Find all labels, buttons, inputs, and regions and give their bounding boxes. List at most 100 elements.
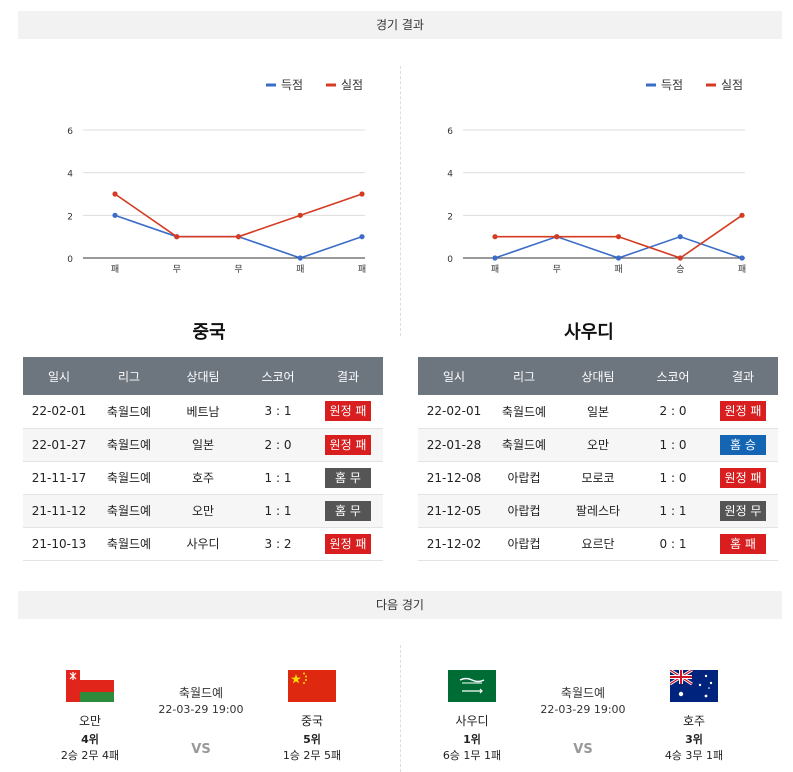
away-team-name: 중국 [300, 714, 324, 728]
data-point [297, 212, 303, 218]
data-point [615, 255, 622, 261]
vs-label: VS [191, 742, 211, 757]
header-opponent: 상대팀 [558, 357, 638, 395]
x-tick-label: 무 [234, 264, 242, 275]
legend-label: 득점 [661, 78, 683, 92]
cell-league: 아랍컵 [490, 461, 558, 495]
results-divider [400, 66, 401, 336]
y-tick-label: 6 [447, 127, 453, 137]
cell-opponent: 일본 [558, 395, 638, 429]
saudi-flag-icon [448, 670, 496, 702]
cell-result: 원정 패 [708, 395, 778, 429]
data-point [359, 234, 365, 240]
table-row: 21-12-02 아랍컵 요르단 0 : 1 홈 패 [418, 527, 778, 561]
data-point [492, 255, 498, 261]
table-row: 21-12-08 아랍컵 모로코 1 : 0 원정 패 [418, 461, 778, 495]
header-league: 리그 [95, 357, 163, 395]
result-badge: 원정 패 [720, 467, 766, 488]
cell-date: 22-02-01 [23, 395, 95, 429]
cell-date: 22-01-28 [418, 428, 490, 462]
china-results-chart-svg: 득점 실점 0 2 4 6 패 무 무 패 패 [67, 78, 366, 275]
next-match-league: 축월드예 [560, 686, 606, 700]
table-row: 21-10-13 축월드예 사우디 3 : 2 원정 패 [23, 527, 383, 561]
cell-score: 1 : 0 [638, 461, 708, 495]
cell-opponent: 오만 [163, 494, 243, 528]
next-match-league: 축월드예 [178, 686, 224, 700]
x-tick-label: 무 [173, 264, 181, 275]
table-row: 21-12-05 아랍컵 팔레스타 1 : 1 원정 무 [418, 494, 778, 528]
table-row: 22-01-28 축월드예 오만 1 : 0 홈 승 [418, 428, 778, 462]
cell-league: 축월드예 [95, 395, 163, 429]
header-date: 일시 [23, 357, 95, 395]
result-badge: 홈 패 [720, 533, 766, 554]
next-match-datetime: 22-03-29 19:00 [158, 703, 244, 716]
next-match-home-team[interactable]: 사우디 1위 6승 1무 1패 [427, 660, 517, 763]
y-tick-label: 0 [447, 255, 453, 265]
legend-label: 득점 [281, 78, 303, 92]
x-tick-label: 패 [358, 264, 366, 275]
x-tick-label: 패 [111, 264, 119, 275]
away-team-name: 호주 [682, 714, 706, 728]
next-match-datetime: 22-03-29 19:00 [540, 703, 626, 716]
cell-score: 2 : 0 [243, 428, 313, 462]
y-tick-label: 0 [67, 255, 73, 265]
cell-league: 축월드예 [95, 428, 163, 462]
oman-flag-icon [66, 670, 114, 702]
cell-result: 원정 무 [708, 494, 778, 528]
data-point [174, 234, 180, 240]
table-row: 22-02-01 축월드예 일본 2 : 0 원정 패 [418, 395, 778, 429]
cell-result: 홈 무 [313, 461, 383, 495]
x-tick-label: 패 [738, 264, 746, 275]
cell-league: 아랍컵 [490, 527, 558, 561]
x-tick-label: 승 [676, 264, 684, 275]
data-point [492, 234, 498, 240]
cell-score: 2 : 0 [638, 395, 708, 429]
data-point [359, 191, 365, 197]
cell-league: 축월드예 [490, 428, 558, 462]
result-badge: 원정 패 [720, 401, 766, 422]
cell-league: 축월드예 [95, 527, 163, 561]
australia-flag-icon [670, 670, 718, 702]
next-match-away-team[interactable]: 중국 5위 1승 2무 5패 [267, 660, 357, 763]
next-match-home-team[interactable]: 오만 4위 2승 2무 4패 [45, 660, 135, 763]
result-badge: 원정 패 [325, 533, 371, 554]
result-badge: 홈 승 [720, 434, 766, 455]
team-title-china: 중국 [192, 322, 226, 343]
cell-score: 3 : 1 [243, 395, 313, 429]
legend-label: 실점 [721, 78, 743, 92]
next-match-2: 사우디 1위 6승 1무 1패 축월드예 22-03-29 19:00 VS 호… [427, 660, 767, 770]
china-results-table: 일시 리그 상대팀 스코어 결과 22-02-01 축월드예 베트남 3 : 1 원정 … [23, 357, 383, 561]
home-team-rank: 4위 [81, 733, 99, 746]
home-team-record: 6승 1무 1패 [442, 749, 502, 762]
away-team-rank: 5위 [303, 733, 321, 746]
cell-league: 축월드예 [95, 461, 163, 495]
header-result: 결과 [708, 357, 778, 395]
cell-league: 아랍컵 [490, 494, 558, 528]
cell-opponent: 베트남 [163, 395, 243, 429]
table-row: 22-01-27 축월드예 일본 2 : 0 원정 패 [23, 428, 383, 462]
cell-date: 21-12-05 [418, 494, 490, 528]
header-score: 스코어 [638, 357, 708, 395]
cell-result: 원정 패 [313, 527, 383, 561]
data-point [112, 212, 118, 218]
home-team-record: 2승 2무 4패 [60, 749, 120, 762]
y-tick-label: 4 [67, 170, 73, 180]
data-point [297, 255, 303, 261]
cell-date: 21-11-12 [23, 494, 95, 528]
data-point [615, 234, 622, 240]
table-row: 21-11-17 축월드예 호주 1 : 1 홈 무 [23, 461, 383, 495]
next-section-title: 다음 경기 [18, 591, 782, 619]
table-header-row: 일시 리그 상대팀 스코어 결과 [23, 357, 383, 395]
legend-label: 실점 [341, 78, 363, 92]
y-tick-label: 4 [447, 170, 453, 180]
cell-result: 홈 무 [313, 494, 383, 528]
cell-result: 원정 패 [708, 461, 778, 495]
result-badge: 원정 패 [325, 401, 371, 422]
cell-league: 축월드예 [490, 395, 558, 429]
cell-score: 1 : 1 [638, 494, 708, 528]
x-tick-label: 패 [614, 264, 622, 275]
data-point [739, 212, 745, 218]
next-match-away-team[interactable]: 호주 3위 4승 3무 1패 [649, 660, 739, 763]
header-score: 스코어 [243, 357, 313, 395]
next-match-1: 오만 4위 2승 2무 4패 축월드예 22-03-29 19:00 VS 중국… [45, 660, 385, 770]
